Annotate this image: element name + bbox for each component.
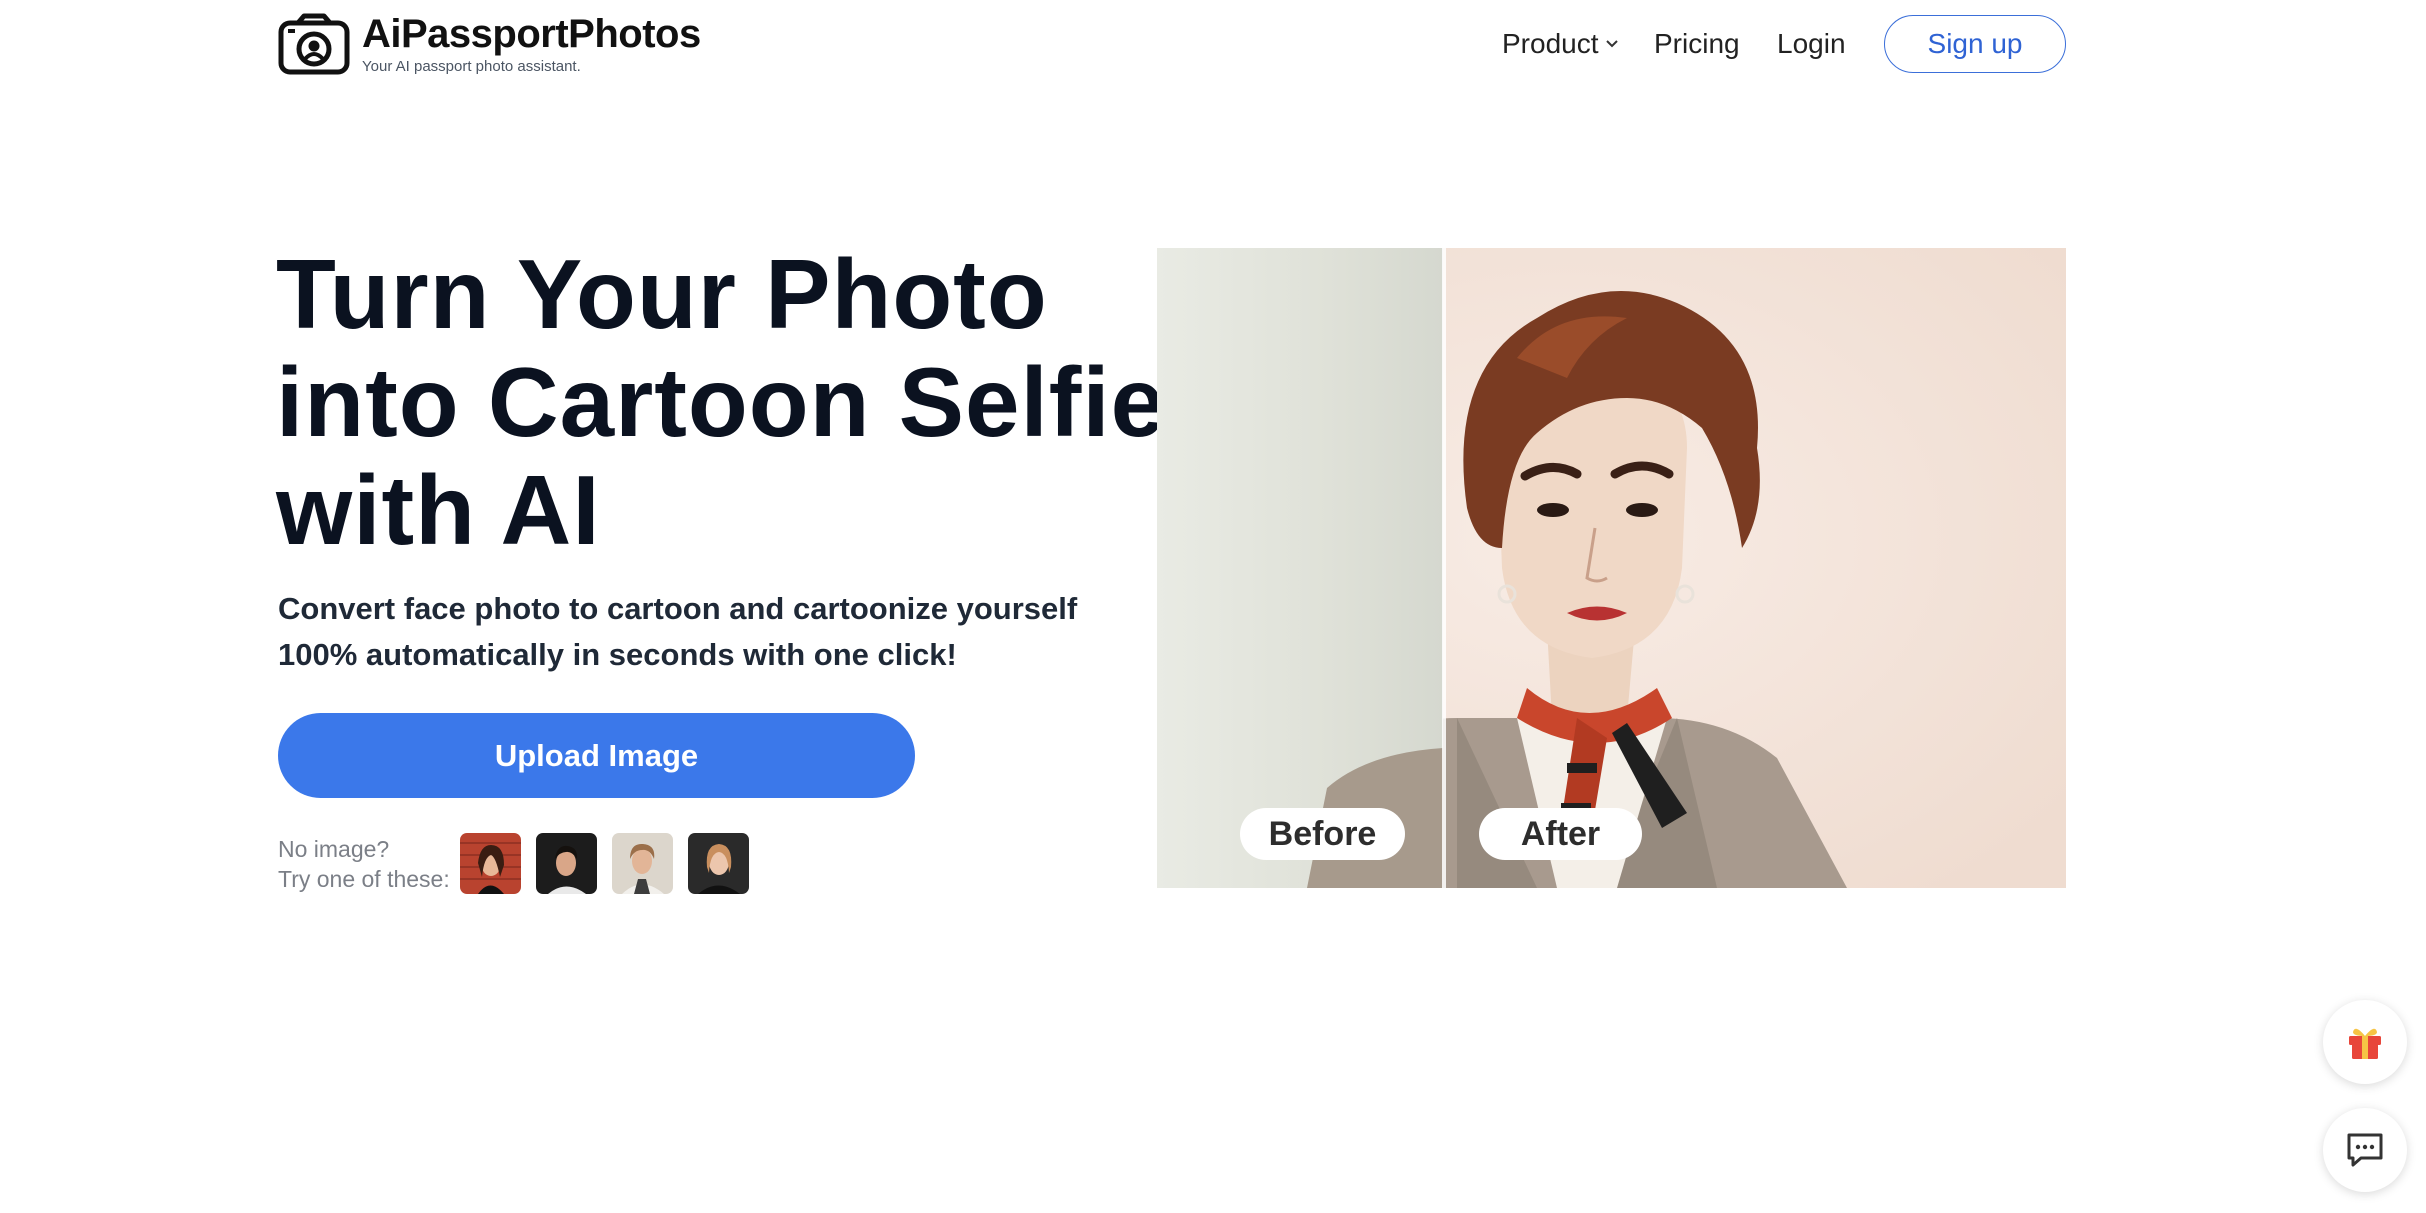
sample-portrait-image — [688, 833, 749, 894]
sample-images — [460, 833, 749, 894]
nav-pricing-link[interactable]: Pricing — [1654, 14, 1740, 74]
chat-button[interactable] — [2323, 1108, 2407, 1192]
sample-portrait-image — [612, 833, 673, 894]
nav-login-link[interactable]: Login — [1777, 14, 1846, 74]
sample-portrait-image — [460, 833, 521, 894]
sample-image[interactable] — [536, 833, 597, 894]
chevron-down-icon — [1605, 40, 1618, 48]
hero-title-line: into Cartoon Selfie — [276, 347, 1167, 457]
upload-image-button[interactable]: Upload Image — [278, 713, 915, 798]
hero-title: Turn Your Photo into Cartoon Selfie with… — [276, 240, 1176, 564]
gift-button[interactable] — [2323, 1000, 2407, 1084]
before-image-pane — [1157, 248, 1443, 888]
brand-name: AiPassportPhotos — [362, 12, 701, 56]
original-photo-image — [1307, 748, 1443, 888]
brand-logo[interactable]: AiPassportPhotos Your AI passport photo … — [278, 12, 701, 76]
gift-icon — [2349, 1028, 2381, 1059]
nav-product-label: Product — [1502, 28, 1599, 59]
sample-image[interactable] — [688, 833, 749, 894]
before-label: Before — [1240, 808, 1405, 860]
camera-icon — [278, 13, 350, 75]
sample-image[interactable] — [612, 833, 673, 894]
before-after-comparison[interactable]: Before After — [1157, 248, 2066, 888]
hero-title-line: with AI — [276, 455, 601, 565]
sample-prompt-line: Try one of these: — [278, 866, 450, 892]
sample-prompt-line: No image? — [278, 836, 390, 862]
comparison-slider-handle[interactable] — [1442, 248, 1446, 888]
nav-product-menu[interactable]: Product — [1502, 14, 1619, 74]
chat-icon — [2347, 1133, 2383, 1167]
after-label: After — [1479, 808, 1642, 860]
hero-subtitle: Convert face photo to cartoon and cartoo… — [278, 591, 1078, 672]
signup-button[interactable]: Sign up — [1884, 15, 2066, 73]
hero-title-line: Turn Your Photo — [276, 239, 1048, 349]
sample-prompt: No image? Try one of these: — [278, 834, 450, 894]
sample-portrait-image — [536, 833, 597, 894]
sample-image[interactable] — [460, 833, 521, 894]
brand-tagline: Your AI passport photo assistant. — [362, 58, 581, 75]
